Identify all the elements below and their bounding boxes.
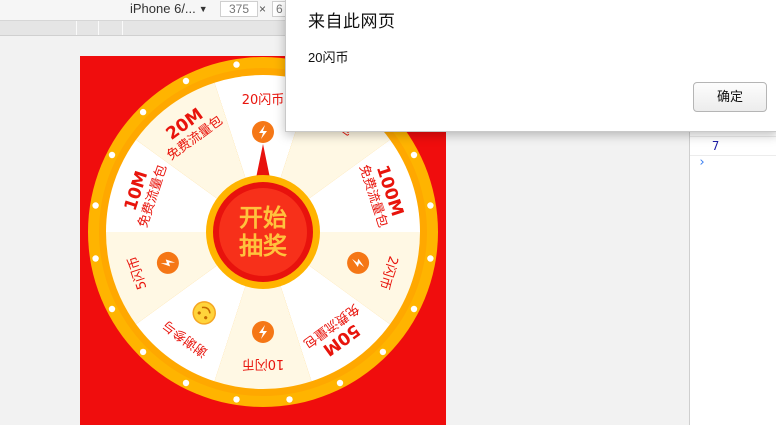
rim-light-dot bbox=[379, 348, 387, 356]
rim-light-dot bbox=[427, 255, 434, 262]
lightning-icon bbox=[252, 121, 274, 143]
alert-dialog: 来自此网页 20闪币 确定 bbox=[285, 0, 776, 132]
rim-light-dot bbox=[336, 379, 344, 387]
rim-light-dot bbox=[427, 202, 434, 209]
rim-light-dot bbox=[92, 202, 99, 209]
dialog-ok-button[interactable]: 确定 bbox=[693, 82, 767, 112]
width-input[interactable]: 375 bbox=[220, 1, 258, 17]
rim-light-dot bbox=[233, 396, 240, 403]
dropdown-arrow-icon: ▼ bbox=[198, 4, 208, 14]
rim-light-dot bbox=[108, 305, 116, 313]
rim-light-dot bbox=[286, 396, 293, 403]
rim-light-dot bbox=[410, 151, 418, 159]
prize-label: 20闪币 bbox=[242, 93, 285, 108]
rim-light-dot bbox=[108, 151, 116, 159]
rim-light-dot bbox=[182, 77, 190, 85]
console-prompt-icon[interactable]: › bbox=[698, 155, 706, 170]
lightning-icon bbox=[252, 321, 274, 343]
rim-light-dot bbox=[92, 255, 99, 262]
ruler-divider bbox=[122, 21, 123, 35]
dialog-title: 来自此网页 bbox=[308, 12, 396, 31]
ruler-divider bbox=[98, 21, 99, 35]
console-log-line: 7 bbox=[690, 136, 776, 156]
console-log-value: 7 bbox=[712, 139, 720, 153]
dialog-message: 20闪币 bbox=[308, 50, 349, 65]
times-sign: × bbox=[259, 2, 267, 16]
rim-light-dot bbox=[410, 305, 418, 313]
rim-light-dot bbox=[233, 61, 240, 68]
rim-light-dot bbox=[139, 348, 147, 356]
device-select[interactable]: iPhone 6/... ▼ bbox=[130, 1, 208, 16]
start-button-line1: 开始 bbox=[239, 204, 287, 232]
start-button-line2: 抽奖 bbox=[239, 232, 288, 260]
device-name: iPhone 6/... bbox=[130, 1, 196, 16]
rim-light-dot bbox=[139, 108, 147, 116]
rim-light-dot bbox=[182, 379, 190, 387]
ruler-divider bbox=[76, 21, 77, 35]
prize-label: 10闪币 bbox=[242, 356, 285, 371]
